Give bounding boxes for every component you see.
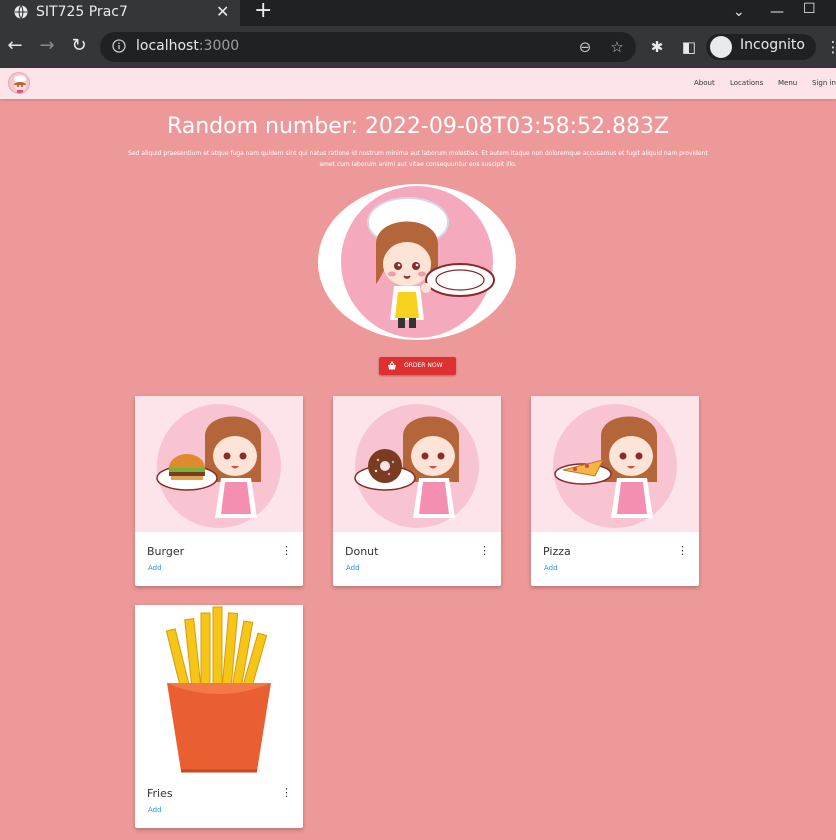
more-vert-icon[interactable]: ⋮ [281,786,292,799]
maximize-icon[interactable]: ☐ [803,0,816,21]
card-add-link[interactable]: Add [148,806,162,814]
shopping-basket-icon [388,361,396,370]
nav-link-menu[interactable]: Menu [778,79,797,87]
menu-card-donut: Donut ⋮ Add [333,396,501,586]
card-add-link[interactable]: Add [148,564,162,572]
menu-card-fries: Fries ⋮ Add [135,605,303,828]
burger-illustration [156,404,281,528]
page-title: Random number: 2022-09-08T03:58:52.883Z [166,114,670,139]
order-now-label: ORDER NOW [404,362,443,369]
forward-icon[interactable]: → [37,35,57,57]
tab-search-icon[interactable]: ⌄ [733,0,745,24]
card-image [333,396,501,532]
globe-icon [14,5,28,19]
fries-illustration [165,606,271,773]
reload-icon[interactable]: ↻ [69,35,89,57]
more-vert-icon[interactable]: ⋮ [281,544,292,557]
side-panel-icon[interactable]: ◧ [680,38,698,56]
close-tab-icon[interactable]: ✕ [216,0,229,24]
more-vert-icon[interactable]: ⋮ [677,544,688,557]
minimize-icon[interactable]: — [770,0,784,24]
tab-title: SIT725 Prac7 [36,4,128,20]
address-bar[interactable]: localhost:3000 ⊖ ☆ [100,32,636,62]
tab-strip: SIT725 Prac7 ✕ + ⌄ — ☐ [0,0,836,26]
card-image [135,396,303,532]
bookmark-star-icon[interactable]: ☆ [608,38,626,56]
site-logo[interactable] [8,72,30,94]
more-vert-icon[interactable]: ⋮ [479,544,490,557]
zoom-icon[interactable]: ⊖ [576,38,594,56]
new-tab-icon[interactable]: + [254,0,272,23]
browser-tab[interactable]: SIT725 Prac7 ✕ [0,0,240,26]
card-add-link[interactable]: Add [544,564,558,572]
order-now-button[interactable]: ORDER NOW [379,357,456,375]
back-icon[interactable]: ← [5,35,25,57]
card-image [135,605,303,777]
nav-link-about[interactable]: About [694,79,715,87]
card-image [531,396,699,532]
card-title: Donut [345,545,379,558]
card-title: Fries [147,787,173,800]
incognito-icon [710,36,732,58]
nav-link-sign-in[interactable]: Sign in [812,79,836,87]
site-info-icon[interactable] [112,39,126,53]
donut-illustration [354,404,479,528]
browser-toolbar: ← → ↻ localhost:3000 ⊖ ☆ ✱ ◧ Incognito ⋮ [0,26,836,68]
nav-link-locations[interactable]: Locations [730,79,763,87]
card-title: Burger [147,545,185,558]
url-text: localhost:3000 [136,38,240,54]
pizza-illustration [553,404,677,528]
hero-chef-image [318,184,516,340]
extensions-icon[interactable]: ✱ [648,38,666,56]
card-title: Pizza [543,545,571,558]
incognito-label: Incognito [740,37,805,53]
incognito-badge[interactable]: Incognito [706,34,816,60]
card-add-link[interactable]: Add [346,564,360,572]
menu-dots-icon[interactable]: ⋮ [824,38,836,56]
hero-description: Sed aliquid praesentium et atque fuga na… [128,150,708,168]
menu-card-burger: Burger ⋮ Add [135,396,303,586]
menu-card-pizza: Pizza ⋮ Add [531,396,699,586]
chef-girl-illustration [341,186,495,338]
